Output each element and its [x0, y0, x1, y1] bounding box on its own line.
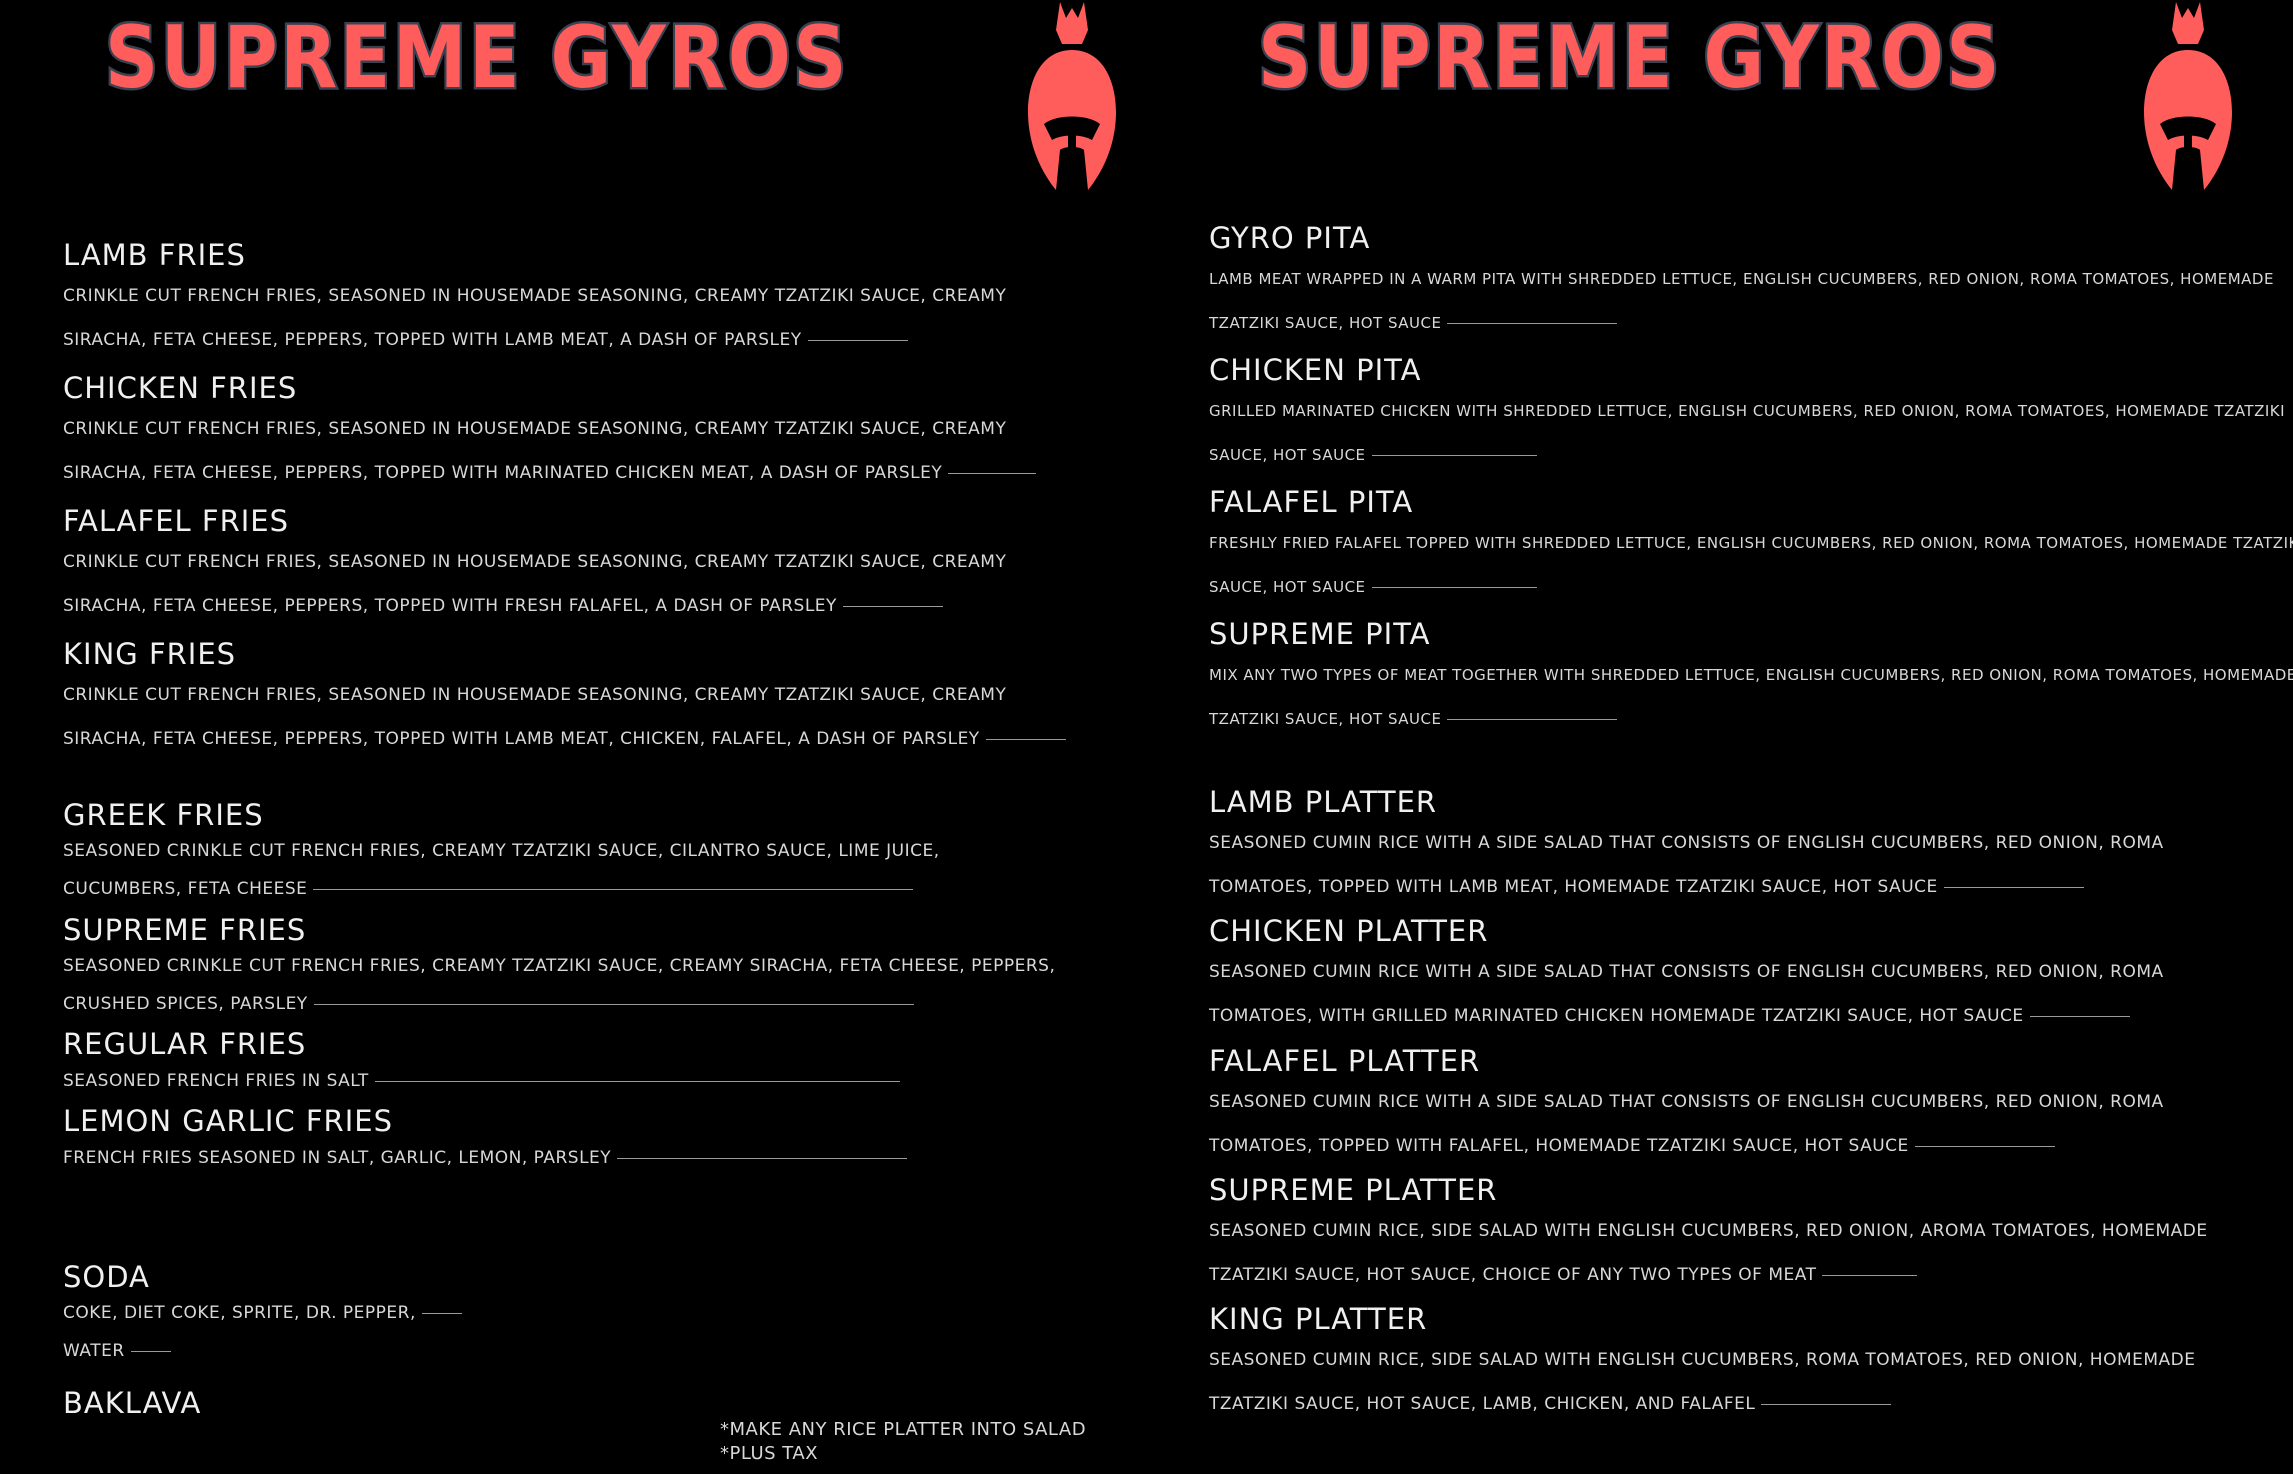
item-description: TOMATOES, TOPPED WITH LAMB MEAT, HOMEMAD…: [1209, 877, 1938, 897]
item-name: CHICKEN PLATTER: [1209, 914, 1489, 948]
item-description: SIRACHA, FETA CHEESE, PEPPERS, TOPPED WI…: [63, 596, 837, 616]
item-name: GYRO PITA: [1209, 221, 1371, 255]
item-name: REGULAR FRIES: [63, 1027, 307, 1061]
right-menu-page: SUPREME GYROS GYRO PITA LAMB MEAT WRAPPE…: [1158, 0, 2293, 1474]
item-description: SEASONED CUMIN RICE WITH A SIDE SALAD TH…: [1209, 833, 2164, 853]
menu-item-chicken-fries: CHICKEN FRIES CRINKLE CUT FRENCH FRIES, …: [63, 371, 1037, 495]
item-name: KING PLATTER: [1209, 1302, 1428, 1336]
item-description: SAUCE, HOT SAUCE: [1209, 578, 1366, 596]
price-leader: [1914, 1145, 2055, 1147]
item-description: SEASONED FRENCH FRIES IN SALT: [63, 1071, 369, 1091]
price-leader: [1447, 323, 1618, 324]
left-menu-page: SUPREME GYROS LAMB FRIES CRINKLE CUT FRE…: [0, 0, 1158, 1474]
item-description: SEASONED CUMIN RICE, SIDE SALAD WITH ENG…: [1209, 1350, 2196, 1370]
item-description: COKE, DIET COKE, SPRITE, DR. PEPPER,: [63, 1303, 416, 1323]
menu-item-lemon-garlic-fries: LEMON GARLIC FRIES FRENCH FRIES SEASONED…: [63, 1104, 908, 1178]
item-name: LAMB FRIES: [63, 238, 246, 272]
item-description: MIX ANY TWO TYPES OF MEAT TOGETHER WITH …: [1209, 666, 2293, 684]
item-description: TZATZIKI SAUCE, HOT SAUCE, CHOICE OF ANY…: [1209, 1265, 1817, 1285]
item-description: FRENCH FRIES SEASONED IN SALT, GARLIC, L…: [63, 1148, 612, 1168]
menu-item-regular-fries: REGULAR FRIES SEASONED FRENCH FRIES IN S…: [63, 1027, 900, 1101]
item-name: SUPREME FRIES: [63, 913, 307, 947]
price-leader: [2029, 1015, 2130, 1017]
menu-item-supreme-fries: SUPREME FRIES SEASONED CRINKLE CUT FRENC…: [63, 913, 1055, 1023]
item-name: FALAFEL PLATTER: [1209, 1044, 1481, 1078]
item-description: SIRACHA, FETA CHEESE, PEPPERS, TOPPED WI…: [63, 463, 943, 483]
item-description: SAUCE, HOT SAUCE: [1209, 446, 1366, 464]
item-description: SEASONED CRINKLE CUT FRENCH FRIES, CREAM…: [63, 841, 940, 861]
price-leader: [313, 888, 914, 890]
item-description: CRINKLE CUT FRENCH FRIES, SEASONED IN HO…: [63, 419, 1007, 439]
price-leader: [313, 1003, 914, 1005]
item-description: TZATZIKI SAUCE, HOT SAUCE: [1209, 314, 1442, 332]
menu-item-falafel-platter: FALAFEL PLATTER SEASONED CUMIN RICE WITH…: [1209, 1044, 2164, 1168]
spartan-helmet-icon: [1028, 2, 1116, 190]
item-description: SIRACHA, FETA CHEESE, PEPPERS, TOPPED WI…: [63, 330, 802, 350]
menu-item-supreme-pita: SUPREME PITA MIX ANY TWO TYPES OF MEAT T…: [1209, 617, 2293, 741]
menu-item-falafel-pita: FALAFEL PITA FRESHLY FRIED FALAFEL TOPPE…: [1209, 485, 2293, 609]
menu-item-chicken-platter: CHICKEN PLATTER SEASONED CUMIN RICE WITH…: [1209, 914, 2164, 1038]
brand-title: SUPREME GYROS: [103, 6, 850, 111]
price-leader: [130, 1350, 171, 1352]
price-leader: [1943, 886, 2084, 888]
menu-item-chicken-pita: CHICKEN PITA GRILLED MARINATED CHICKEN W…: [1209, 353, 2285, 477]
item-description: GRILLED MARINATED CHICKEN WITH SHREDDED …: [1209, 402, 2286, 420]
item-name: FALAFEL FRIES: [63, 504, 290, 538]
item-description: WATER: [63, 1341, 125, 1361]
item-description: SEASONED CUMIN RICE WITH A SIDE SALAD TH…: [1209, 962, 2164, 982]
item-description: CRINKLE CUT FRENCH FRIES, SEASONED IN HO…: [63, 552, 1007, 572]
price-leader: [1371, 587, 1537, 588]
item-name: GREEK FRIES: [63, 798, 264, 832]
item-name: SUPREME PLATTER: [1209, 1173, 1498, 1207]
item-description: CUCUMBERS, FETA CHEESE: [63, 879, 308, 899]
item-description: SEASONED CUMIN RICE, SIDE SALAD WITH ENG…: [1209, 1221, 2208, 1241]
item-name: CHICKEN FRIES: [63, 371, 298, 405]
price-leader: [1822, 1274, 1918, 1276]
footnote-tax: *PLUS TAX: [720, 1443, 819, 1464]
item-description: TZATZIKI SAUCE, HOT SAUCE: [1209, 710, 1442, 728]
item-name: FALAFEL PITA: [1209, 485, 1414, 519]
item-description: SEASONED CUMIN RICE WITH A SIDE SALAD TH…: [1209, 1092, 2164, 1112]
menu-item-baklava: BAKLAVA: [63, 1386, 201, 1420]
price-leader: [617, 1157, 908, 1159]
item-description: FRESHLY FRIED FALAFEL TOPPED WITH SHREDD…: [1209, 534, 2293, 552]
price-leader: [1447, 719, 1618, 720]
footnote-salad: *MAKE ANY RICE PLATTER INTO SALAD: [720, 1419, 1087, 1440]
price-leader: [807, 339, 908, 341]
item-description: TZATZIKI SAUCE, HOT SAUCE, LAMB, CHICKEN…: [1209, 1394, 1756, 1414]
price-leader: [948, 472, 1037, 474]
menu-item-lamb-fries: LAMB FRIES CRINKLE CUT FRENCH FRIES, SEA…: [63, 238, 1006, 362]
item-description: CRINKLE CUT FRENCH FRIES, SEASONED IN HO…: [63, 286, 1007, 306]
item-name: CHICKEN PITA: [1209, 353, 1422, 387]
item-description: SIRACHA, FETA CHEESE, PEPPERS, TOPPED WI…: [63, 729, 980, 749]
price-leader: [1761, 1403, 1892, 1405]
item-name: LAMB PLATTER: [1209, 785, 1438, 819]
menu-item-supreme-platter: SUPREME PLATTER SEASONED CUMIN RICE, SID…: [1209, 1173, 2208, 1297]
menu-item-gyro-pita: GYRO PITA LAMB MEAT WRAPPED IN A WARM PI…: [1209, 221, 2274, 345]
item-name: KING FRIES: [63, 637, 237, 671]
item-description: TOMATOES, WITH GRILLED MARINATED CHICKEN…: [1209, 1006, 2024, 1026]
item-name: BAKLAVA: [63, 1386, 202, 1420]
brand-title: SUPREME GYROS: [1256, 6, 2003, 111]
menu-item-king-platter: KING PLATTER SEASONED CUMIN RICE, SIDE S…: [1209, 1302, 2196, 1426]
item-name: SODA: [63, 1260, 150, 1294]
item-description: SEASONED CRINKLE CUT FRENCH FRIES, CREAM…: [63, 956, 1056, 976]
price-leader: [1371, 455, 1537, 456]
menu-item-soda: SODA COKE, DIET COKE, SPRITE, DR. PEPPER…: [63, 1260, 462, 1370]
item-name: SUPREME PITA: [1209, 617, 1431, 651]
price-leader: [374, 1080, 900, 1082]
price-leader: [421, 1312, 462, 1314]
item-description: CRUSHED SPICES, PARSLEY: [63, 994, 308, 1014]
menu-item-falafel-fries: FALAFEL FRIES CRINKLE CUT FRENCH FRIES, …: [63, 504, 1006, 628]
item-description: TOMATOES, TOPPED WITH FALAFEL, HOMEMADE …: [1209, 1136, 1909, 1156]
price-leader: [985, 738, 1066, 740]
item-description: LAMB MEAT WRAPPED IN A WARM PITA WITH SH…: [1209, 270, 2274, 288]
spartan-helmet-icon: [2144, 2, 2232, 190]
item-description: CRINKLE CUT FRENCH FRIES, SEASONED IN HO…: [63, 685, 1007, 705]
item-name: LEMON GARLIC FRIES: [63, 1104, 393, 1138]
menu-item-greek-fries: GREEK FRIES SEASONED CRINKLE CUT FRENCH …: [63, 798, 940, 908]
menu-item-lamb-platter: LAMB PLATTER SEASONED CUMIN RICE WITH A …: [1209, 785, 2164, 909]
menu-item-king-fries: KING FRIES CRINKLE CUT FRENCH FRIES, SEA…: [63, 637, 1066, 761]
price-leader: [842, 605, 943, 607]
